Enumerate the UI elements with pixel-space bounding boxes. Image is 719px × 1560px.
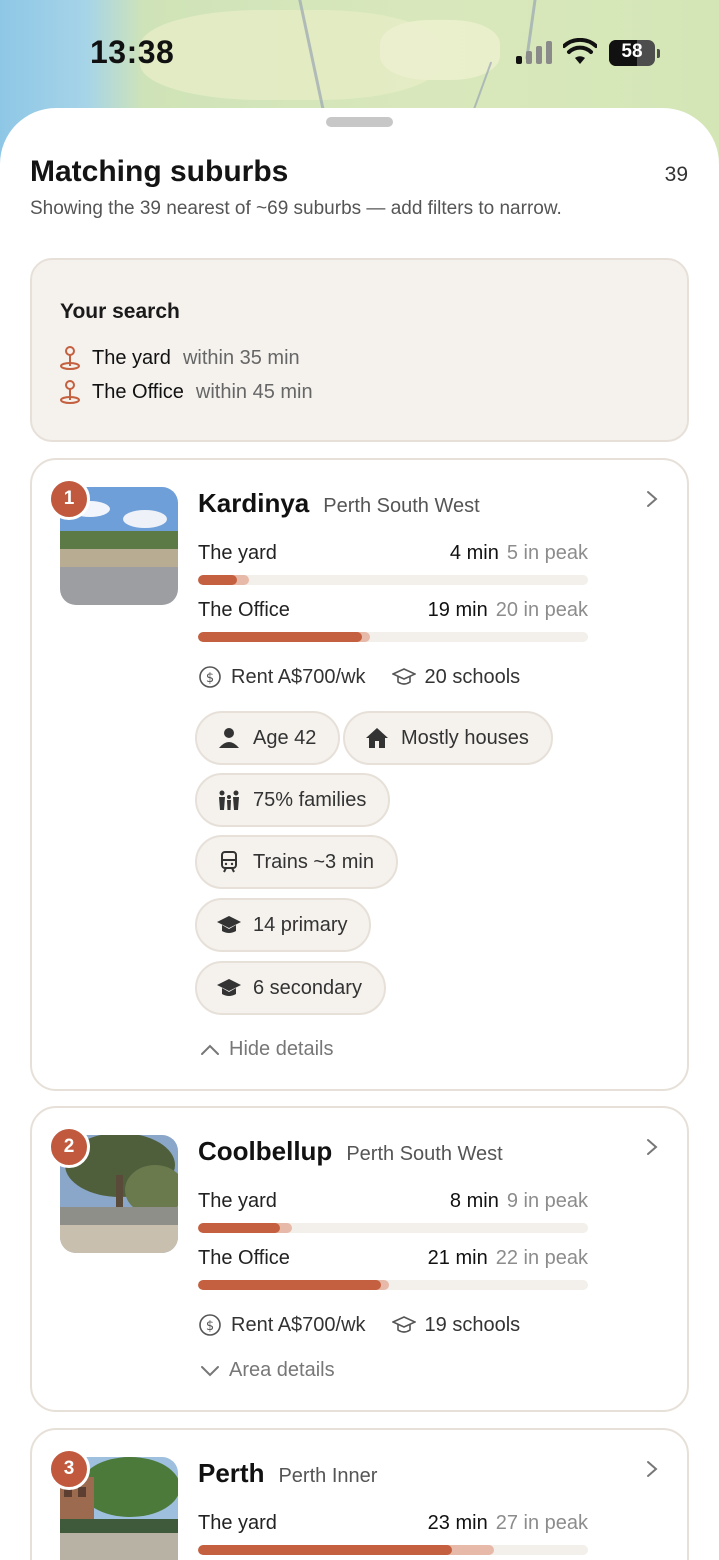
wifi-icon bbox=[563, 38, 597, 64]
train-icon bbox=[221, 851, 237, 873]
search-place-within: within 45 min bbox=[195, 380, 313, 403]
commute-minutes: 19 min bbox=[427, 599, 488, 621]
commute-peak: 22 in peak bbox=[495, 1247, 588, 1269]
person-icon bbox=[219, 728, 239, 748]
toggle-label: Hide details bbox=[229, 1038, 334, 1060]
commute-label: The yard bbox=[198, 1190, 277, 1212]
sheet-grabber[interactable] bbox=[326, 117, 393, 127]
commute-bar bbox=[198, 1280, 588, 1290]
commute-minutes: 23 min bbox=[427, 1512, 488, 1534]
commute-label: The yard bbox=[198, 1512, 277, 1534]
suburb-facts: $ Rent A$700/wk 19 schools bbox=[198, 1310, 520, 1340]
area-details-toggle[interactable]: Area details bbox=[200, 1359, 335, 1382]
suburb-name-text: Perth bbox=[198, 1458, 265, 1488]
suburb-name: Perth Perth Inner bbox=[198, 1458, 377, 1489]
rent-text: Rent A$700/wk bbox=[231, 665, 366, 688]
search-summary: Your search The yard within 35 min The O… bbox=[30, 258, 689, 442]
chip-label: 14 primary bbox=[253, 913, 348, 936]
suburb-facts: $ Rent A$700/wk 20 schools bbox=[198, 662, 520, 692]
chip-label: Mostly houses bbox=[401, 726, 529, 749]
commute-peak: 27 in peak bbox=[495, 1512, 588, 1534]
hide-details-toggle[interactable]: Hide details bbox=[200, 1038, 334, 1061]
status-bar: 13:38 58 bbox=[0, 0, 719, 108]
commute-peak: 20 in peak bbox=[495, 599, 588, 621]
chip-label: Trains ~3 min bbox=[253, 850, 374, 873]
commute-peak: 9 in peak bbox=[506, 1190, 588, 1212]
house-icon bbox=[366, 728, 388, 748]
chip-secondary-schools: 6 secondary bbox=[195, 961, 386, 1015]
commute-label: The yard bbox=[198, 542, 277, 564]
chip-age: Age 42 bbox=[195, 711, 341, 765]
commute-minutes: 8 min bbox=[449, 1190, 499, 1212]
family-icon bbox=[219, 790, 239, 810]
graduation-cap-icon bbox=[217, 979, 241, 996]
svg-text:$: $ bbox=[206, 1319, 214, 1334]
results-count: 39 bbox=[664, 163, 688, 186]
cellular-signal-icon bbox=[516, 40, 552, 64]
battery-level: 58 bbox=[621, 41, 643, 62]
suburb-card[interactable]: 2 Coolbellup Perth South West The yard 8 … bbox=[30, 1106, 689, 1412]
rank-badge: 3 bbox=[48, 1448, 90, 1490]
rank-badge: 2 bbox=[48, 1126, 90, 1168]
suburb-name: Kardinya Perth South West bbox=[198, 488, 480, 519]
suburb-card[interactable]: 3 Perth Perth Inner The yard 23 min 27 in … bbox=[30, 1428, 689, 1560]
chevron-down-icon bbox=[201, 1365, 219, 1376]
search-place-row: The yard within 35 min bbox=[58, 344, 300, 372]
rent-text: Rent A$700/wk bbox=[231, 1313, 366, 1336]
sheet-title: Matching suburbs bbox=[30, 155, 289, 188]
search-place-name: The yard bbox=[92, 346, 171, 369]
search-place-row: The Office within 45 min bbox=[58, 378, 313, 406]
suburb-card[interactable]: 1 Kardinya Perth South West The yard 4 mi… bbox=[30, 458, 689, 1091]
graduation-cap-icon bbox=[217, 916, 241, 933]
commute-peak: 5 in peak bbox=[506, 542, 588, 564]
map-pin-icon bbox=[60, 346, 80, 370]
results-sheet: Matching suburbs 39 Showing the 39 neare… bbox=[0, 108, 719, 1560]
chevron-right-icon[interactable] bbox=[645, 1138, 659, 1156]
chevron-up-icon bbox=[201, 1044, 219, 1055]
graduation-cap-icon bbox=[391, 668, 416, 685]
search-place-within: within 35 min bbox=[182, 346, 300, 369]
dollar-icon: $ bbox=[199, 666, 221, 688]
toggle-label: Area details bbox=[229, 1359, 335, 1381]
chevron-right-icon[interactable] bbox=[645, 490, 659, 508]
chip-label: 6 secondary bbox=[253, 976, 362, 999]
graduation-cap-icon bbox=[391, 1316, 416, 1333]
chip-housing: Mostly houses bbox=[343, 711, 553, 765]
suburb-name-text: Coolbellup bbox=[198, 1136, 333, 1166]
suburb-region: Perth Inner bbox=[278, 1465, 378, 1487]
schools-text: 19 schools bbox=[424, 1313, 521, 1336]
chip-families: 75% families bbox=[195, 773, 391, 827]
sheet-subtitle: Showing the 39 nearest of ~69 suburbs — … bbox=[30, 198, 562, 219]
rank-badge: 1 bbox=[48, 478, 90, 520]
commute-bar bbox=[198, 632, 588, 642]
suburb-name: Coolbellup Perth South West bbox=[198, 1136, 503, 1167]
commute-bar bbox=[198, 1223, 588, 1233]
chip-label: Age 42 bbox=[253, 726, 317, 749]
search-heading: Your search bbox=[60, 300, 180, 323]
commute-minutes: 4 min bbox=[449, 542, 499, 564]
dollar-icon: $ bbox=[199, 1314, 221, 1336]
search-place-name: The Office bbox=[92, 380, 184, 403]
commute-label: The Office bbox=[198, 1247, 290, 1269]
battery-icon: 58 bbox=[609, 40, 660, 66]
chevron-right-icon[interactable] bbox=[645, 1460, 659, 1478]
commute-label: The Office bbox=[198, 599, 290, 621]
status-time: 13:38 bbox=[90, 34, 175, 70]
suburb-name-text: Kardinya bbox=[198, 488, 310, 518]
chip-primary-schools: 14 primary bbox=[195, 898, 372, 952]
suburb-region: Perth South West bbox=[323, 495, 480, 517]
chip-trains: Trains ~3 min bbox=[195, 835, 398, 889]
suburb-region: Perth South West bbox=[346, 1143, 503, 1165]
map-pin-icon bbox=[60, 380, 80, 404]
svg-text:$: $ bbox=[206, 671, 214, 686]
chip-label: 75% families bbox=[253, 788, 367, 811]
schools-text: 20 schools bbox=[424, 665, 521, 688]
commute-bar bbox=[198, 575, 588, 585]
commute-bar bbox=[198, 1545, 588, 1555]
commute-minutes: 21 min bbox=[427, 1247, 488, 1269]
